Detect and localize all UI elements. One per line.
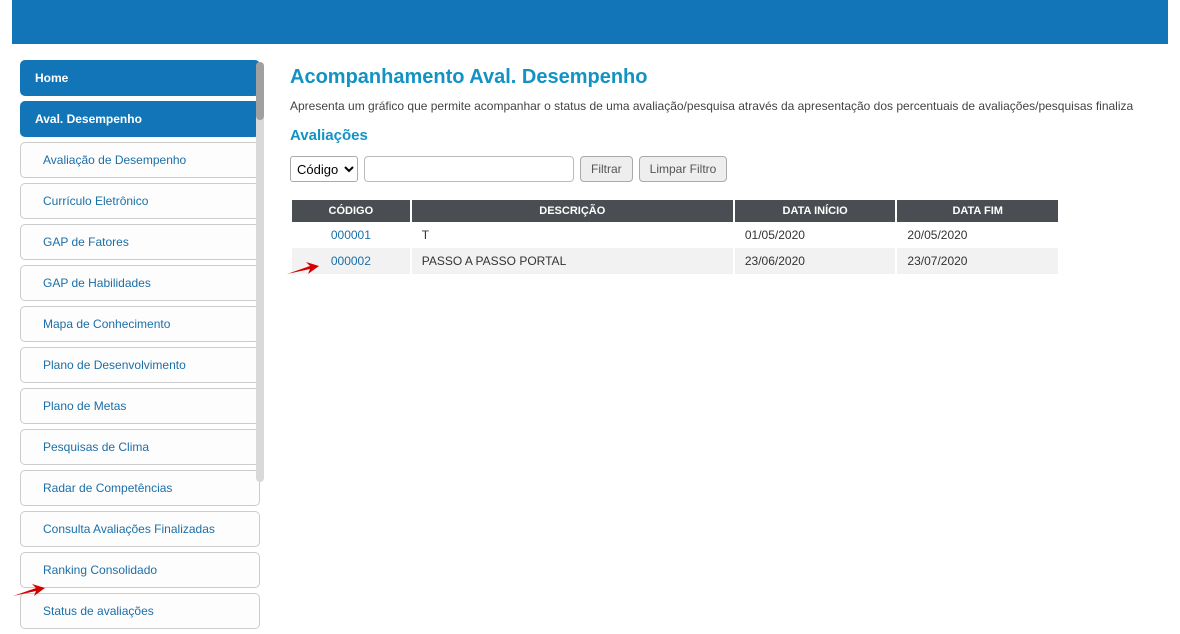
col-header-end: DATA FIM (897, 200, 1058, 222)
main-content: Acompanhamento Aval. Desempenho Apresent… (260, 52, 1180, 634)
sidebar: Home Aval. Desempenho Avaliação de Desem… (0, 52, 260, 634)
sidebar-item-ranking-consolidado[interactable]: Ranking Consolidado (20, 552, 260, 588)
filter-text-input[interactable] (364, 156, 574, 182)
filter-button[interactable]: Filtrar (580, 156, 633, 182)
code-link[interactable]: 000002 (331, 254, 371, 268)
col-header-code: CÓDIGO (292, 200, 410, 222)
cell-desc: T (412, 222, 733, 248)
cell-start: 23/06/2020 (735, 248, 896, 274)
sidebar-scrollbar[interactable] (256, 62, 264, 482)
sidebar-item-plano-desenvolvimento[interactable]: Plano de Desenvolvimento (20, 347, 260, 383)
sidebar-item-curriculo-eletronico[interactable]: Currículo Eletrônico (20, 183, 260, 219)
filter-row: Código Filtrar Limpar Filtro (290, 156, 1180, 182)
col-header-desc: DESCRIÇÃO (412, 200, 733, 222)
sidebar-item-pesquisas-clima[interactable]: Pesquisas de Clima (20, 429, 260, 465)
filter-field-select[interactable]: Código (290, 156, 358, 182)
sidebar-scroll-thumb[interactable] (256, 62, 264, 120)
sidebar-item-home[interactable]: Home (20, 60, 260, 96)
evaluations-table: CÓDIGO DESCRIÇÃO DATA INÍCIO DATA FIM 00… (290, 200, 1060, 274)
sidebar-item-aval-desempenho[interactable]: Aval. Desempenho (20, 101, 260, 137)
top-banner (12, 0, 1168, 44)
sidebar-item-radar-competencias[interactable]: Radar de Competências (20, 470, 260, 506)
sidebar-item-mapa-conhecimento[interactable]: Mapa de Conhecimento (20, 306, 260, 342)
sidebar-item-gap-fatores[interactable]: GAP de Fatores (20, 224, 260, 260)
code-link[interactable]: 000001 (331, 228, 371, 242)
clear-filter-button[interactable]: Limpar Filtro (639, 156, 728, 182)
cell-start: 01/05/2020 (735, 222, 896, 248)
section-title: Avaliações (290, 127, 1180, 144)
table-row: 000002 PASSO A PASSO PORTAL 23/06/2020 2… (292, 248, 1058, 274)
cell-end: 23/07/2020 (897, 248, 1058, 274)
page-description: Apresenta um gráfico que permite acompan… (290, 99, 1180, 113)
table-row: 000001 T 01/05/2020 20/05/2020 (292, 222, 1058, 248)
sidebar-item-plano-metas[interactable]: Plano de Metas (20, 388, 260, 424)
layout-container: Home Aval. Desempenho Avaliação de Desem… (0, 44, 1180, 634)
page-title: Acompanhamento Aval. Desempenho (290, 66, 1180, 89)
table-wrapper: CÓDIGO DESCRIÇÃO DATA INÍCIO DATA FIM 00… (290, 200, 1180, 274)
sidebar-item-status-avaliacoes[interactable]: Status de avaliações (20, 593, 260, 629)
sidebar-item-consulta-avaliacoes-finalizadas[interactable]: Consulta Avaliações Finalizadas (20, 511, 260, 547)
col-header-start: DATA INÍCIO (735, 200, 896, 222)
sidebar-item-gap-habilidades[interactable]: GAP de Habilidades (20, 265, 260, 301)
sidebar-item-avaliacao-desempenho[interactable]: Avaliação de Desempenho (20, 142, 260, 178)
cell-end: 20/05/2020 (897, 222, 1058, 248)
cell-desc: PASSO A PASSO PORTAL (412, 248, 733, 274)
